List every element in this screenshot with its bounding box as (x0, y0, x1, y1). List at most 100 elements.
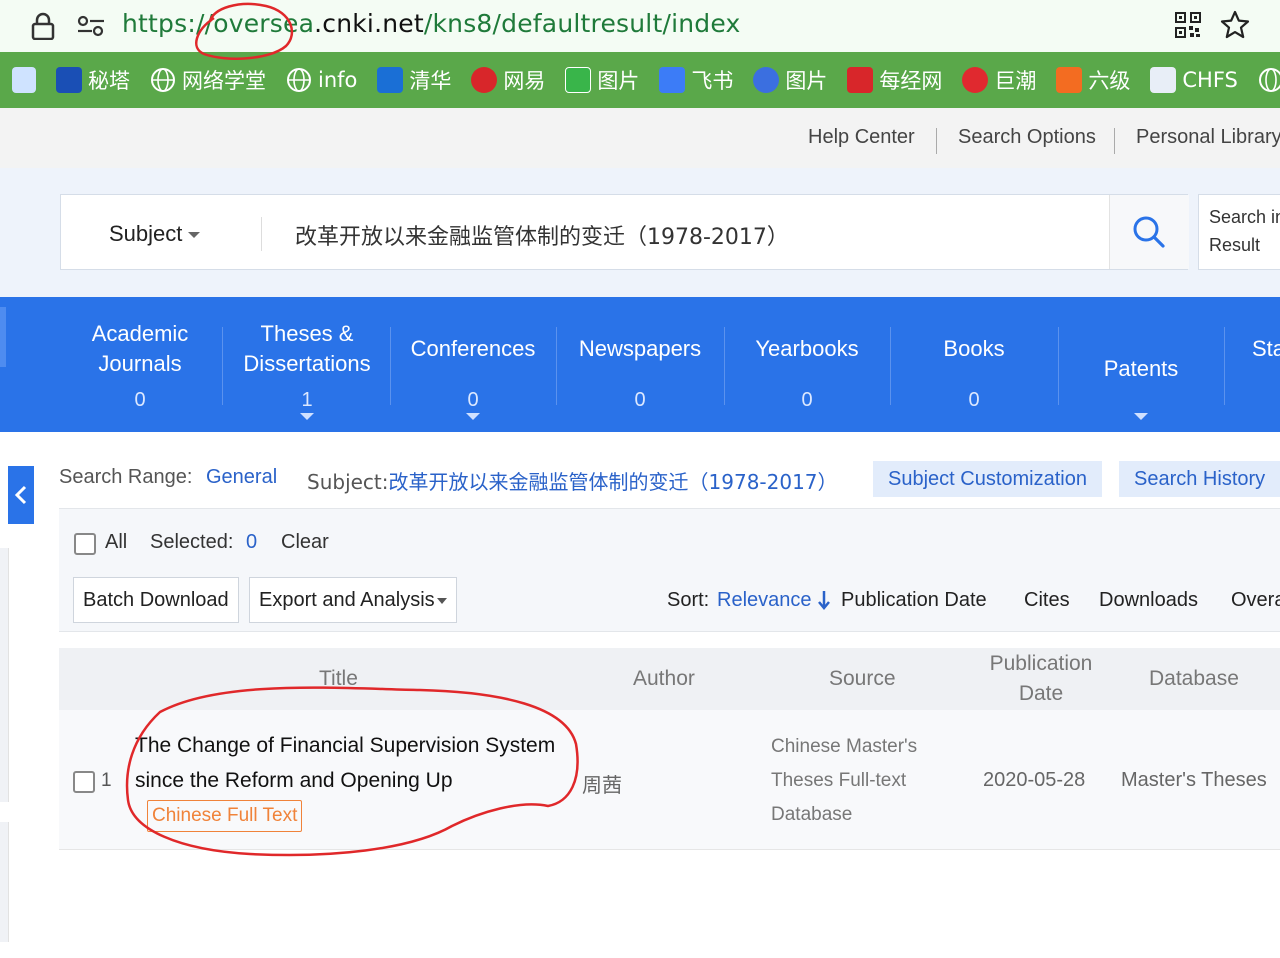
result-author[interactable]: 周茜 (582, 769, 622, 798)
sort-relevance[interactable]: Relevance (717, 589, 812, 612)
bookmark-2[interactable]: info (286, 67, 357, 93)
divider (222, 327, 223, 405)
header-author[interactable]: Author (633, 664, 695, 694)
bookmark-star-icon[interactable] (1220, 10, 1250, 40)
top-links-bar: Help Center Search Options Personal Libr… (0, 108, 1280, 168)
baidu-paw-icon (753, 67, 780, 93)
bookmark-8[interactable]: 每经网 (847, 65, 942, 95)
results-table-header: Title Author Source Publication Date Dat… (59, 648, 1280, 710)
header-publication-date[interactable]: Publication Date (977, 649, 1105, 709)
search-range: Search Range: General (59, 466, 278, 488)
mita-icon (56, 67, 82, 93)
tab-conferences[interactable]: Conferences 0 (390, 297, 556, 432)
sidebar-strip (0, 548, 9, 802)
search-box: Subject 改革开放以来金融监管体制的变迁（1978-2017） (60, 194, 1189, 270)
caret-down-icon (1134, 413, 1148, 420)
globe-icon (287, 68, 311, 92)
bookmark-6[interactable]: 飞书 (659, 65, 733, 95)
database-tabs: Academic Journals 0 Theses & Dissertatio… (0, 297, 1280, 432)
bookmark-10[interactable]: 六级 (1056, 65, 1130, 95)
tab-theses-dissertations[interactable]: Theses & Dissertations 1 (224, 297, 390, 432)
collapse-sidebar-button[interactable] (8, 466, 34, 524)
sort-label: Sort: (667, 589, 710, 611)
personal-library-link[interactable]: Personal Library (1136, 126, 1280, 149)
url-scheme: https:// (122, 9, 214, 38)
select-all-checkbox[interactable] (74, 533, 96, 555)
qr-code-icon[interactable] (1175, 12, 1201, 38)
bookmark-5[interactable]: 图片 (565, 65, 639, 95)
arrow-down-icon (818, 591, 830, 610)
url-host: .cnki.net (314, 9, 424, 38)
search-range-value[interactable]: General (206, 466, 277, 488)
bookmark-9[interactable]: 巨潮 (962, 65, 1036, 95)
caret-down-icon (436, 597, 447, 604)
sidebar-strip (0, 822, 9, 942)
sort-downloads[interactable]: Downloads (1099, 589, 1198, 612)
globe-icon (151, 68, 175, 92)
tab-newspapers[interactable]: Newspapers 0 (556, 297, 724, 432)
bookmark-11[interactable]: CHFS (1150, 67, 1238, 93)
search-button[interactable] (1109, 195, 1189, 269)
search-in-result-button[interactable]: Search in Result (1198, 194, 1280, 270)
row-checkbox[interactable] (73, 771, 95, 793)
caret-down-icon (466, 413, 480, 420)
url-path: /kns8/defaultresult/index (423, 9, 741, 38)
netease-icon (471, 67, 498, 93)
address-bar[interactable]: https://oversea.cnki.net/kns8/defaultres… (0, 0, 1280, 52)
site-settings-icon[interactable] (76, 14, 106, 38)
search-options-link[interactable]: Search Options (958, 126, 1096, 149)
divider (1114, 128, 1115, 154)
url-subdomain: oversea (213, 9, 315, 38)
chfs-icon (1150, 67, 1177, 93)
help-center-link[interactable]: Help Center (808, 126, 915, 149)
clear-link[interactable]: Clear (281, 531, 329, 554)
header-title[interactable]: Title (319, 664, 358, 694)
subject-customization-button[interactable]: Subject Customization (873, 461, 1102, 497)
left-edge-marker (0, 307, 6, 367)
chevron-left-icon (14, 485, 27, 505)
result-database: Master's Theses (1121, 769, 1267, 791)
bookmark-7[interactable]: 图片 (753, 65, 827, 95)
sort-publication-date[interactable]: Publication Date (841, 589, 987, 612)
result-title-text[interactable]: The Change of Financial Supervision Syst… (135, 734, 555, 792)
select-all-label: All (105, 531, 128, 553)
bookmark-4[interactable]: 网易 (471, 65, 545, 95)
search-area: Subject 改革开放以来金融监管体制的变迁（1978-2017） Searc… (0, 168, 1280, 298)
feishu-icon (659, 67, 686, 93)
sort-overall[interactable]: Overa (1231, 589, 1280, 612)
search-input[interactable]: 改革开放以来金融监管体制的变迁（1978-2017） (295, 219, 789, 251)
bookmark-more[interactable] (1258, 67, 1280, 93)
tab-patents[interactable]: Patents (1058, 297, 1224, 432)
export-analysis-button[interactable]: Export and Analysis (249, 577, 457, 623)
results-toolbar: All Selected: 0 Clear Batch Download Exp… (59, 508, 1280, 632)
result-title[interactable]: The Change of Financial Supervision Syst… (135, 728, 575, 833)
bookmarks-bar: 秘塔 网络学堂 info 清华 网易 图片 飞书 图片 每经网 巨潮 六级 CH… (0, 52, 1280, 108)
bookmark-0[interactable]: 秘塔 (56, 65, 130, 95)
selected-count: 0 (246, 531, 258, 553)
caret-down-icon (300, 413, 314, 420)
header-source[interactable]: Source (829, 664, 896, 694)
tab-standards[interactable]: Sta (1226, 297, 1280, 432)
c-logo-icon (377, 67, 404, 93)
divider (1224, 327, 1225, 405)
cet-icon (1056, 67, 1083, 93)
chinese-full-text-badge[interactable]: Chinese Full Text (147, 800, 303, 833)
divider (261, 217, 262, 251)
bookmark-3[interactable]: 清华 (377, 65, 451, 95)
caret-down-icon (188, 232, 201, 239)
batch-download-button[interactable]: Batch Download (73, 577, 239, 623)
search-field-select[interactable]: Subject (109, 221, 201, 247)
search-history-button[interactable]: Search History (1119, 461, 1280, 497)
row-number: 1 (101, 770, 112, 791)
tab-yearbooks[interactable]: Yearbooks 0 (724, 297, 890, 432)
tab-books[interactable]: Books 0 (890, 297, 1058, 432)
tab-academic-journals[interactable]: Academic Journals 0 (58, 297, 222, 432)
sort-cites[interactable]: Cites (1024, 589, 1070, 612)
bookmark-1[interactable]: 网络学堂 (150, 65, 266, 95)
bookmark-app-icon[interactable] (12, 67, 36, 93)
result-source[interactable]: Chinese Master's Theses Full-text Databa… (771, 730, 961, 832)
lock-icon[interactable] (30, 12, 56, 40)
url-field[interactable]: https://oversea.cnki.net/kns8/defaultres… (122, 9, 740, 38)
header-database[interactable]: Database (1149, 664, 1239, 694)
result-date: 2020-05-28 (983, 769, 1086, 791)
